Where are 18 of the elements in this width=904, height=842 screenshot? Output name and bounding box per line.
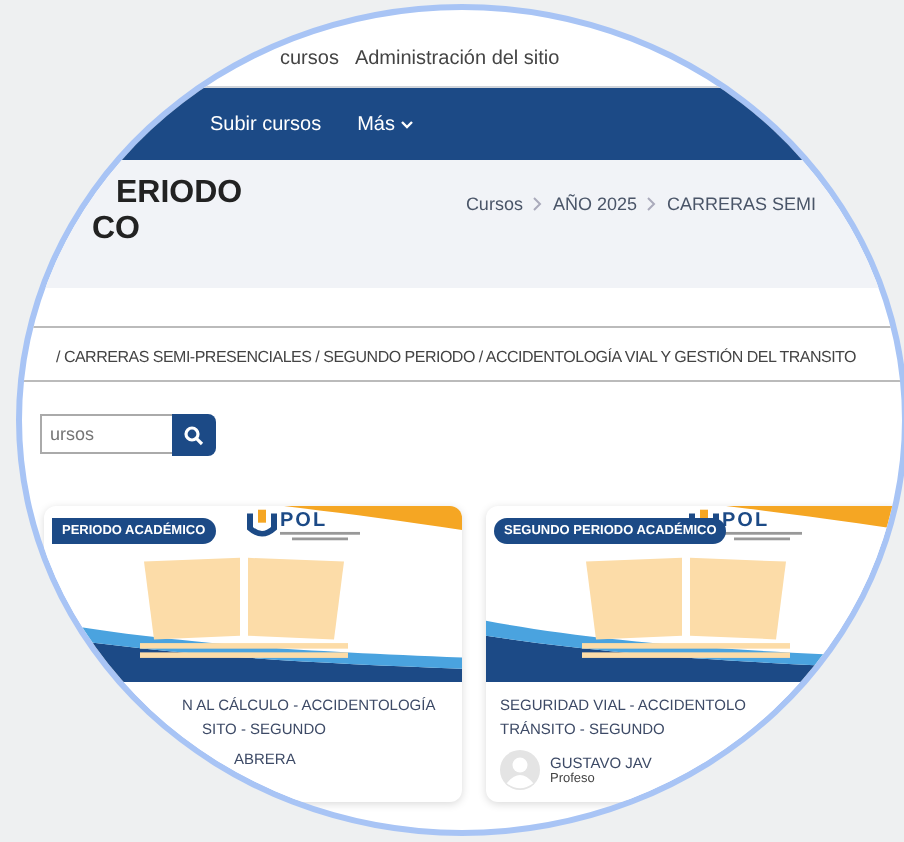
logo-text: POL <box>722 510 770 532</box>
search-icon <box>184 425 204 445</box>
top-menu-link[interactable]: cursos <box>280 48 339 70</box>
chevron-icon <box>532 196 543 212</box>
nav-link[interactable]: Subir cursos <box>210 113 322 135</box>
chevron-icon <box>646 196 657 212</box>
page-title: ERIODO <box>114 176 243 212</box>
search-field[interactable]: ursos <box>40 414 172 454</box>
page-title: CO <box>92 212 142 248</box>
nav-link[interactable]: Más <box>357 113 415 135</box>
breadcrumb-link[interactable]: AÑO 2025 <box>552 194 637 214</box>
breadcrumb-link[interactable]: Cursos <box>465 194 523 214</box>
breadcrumb-link[interactable]: CARRERAS SEMI <box>666 194 816 214</box>
logo-text: POL <box>280 510 328 532</box>
search-button[interactable] <box>172 414 216 456</box>
avatar-icon <box>500 750 540 790</box>
top-menu-link[interactable]: Administración del sitio <box>354 48 560 70</box>
category-path: / CARRERAS SEMI-PRESENCIALES / SEGUNDO PERIODO / ACCIDENTOLOGÍA VIAL Y GESTIÓN DEL TRANSITO <box>56 348 857 366</box>
